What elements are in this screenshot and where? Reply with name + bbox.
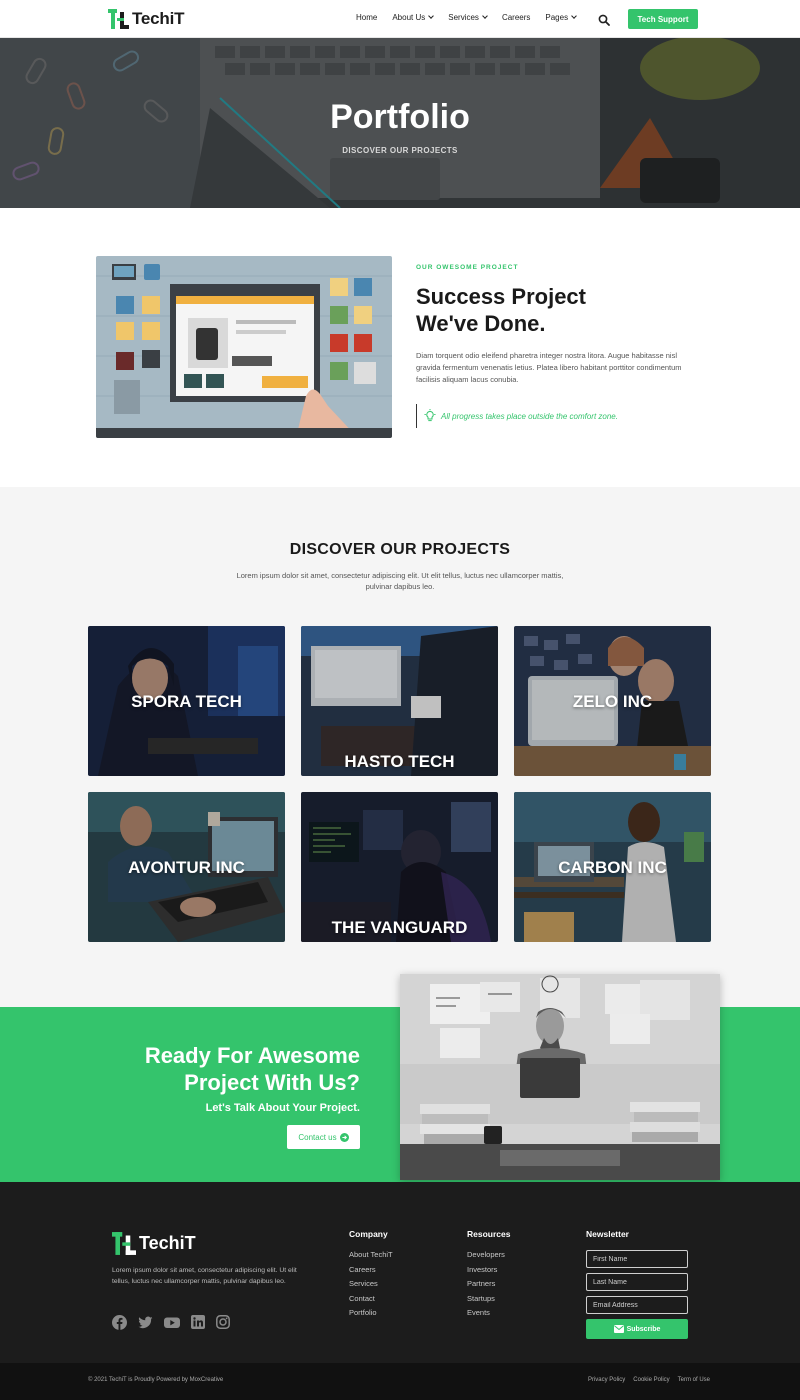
cookie-policy-link[interactable]: Cookie Policy (633, 1377, 669, 1383)
chevron-down-icon (571, 13, 577, 19)
first-name-field[interactable] (586, 1250, 688, 1268)
nav-label: Careers (501, 13, 531, 22)
site-logo[interactable]: TechiT (108, 9, 185, 29)
project-card-avontur-inc[interactable]: AVONTUR INC (88, 792, 285, 942)
footer-link-portfolio[interactable]: Portfolio (349, 1308, 393, 1323)
footer-link-startups[interactable]: Startups (467, 1294, 510, 1309)
project-showcase-image (96, 256, 392, 438)
footer-link-contact[interactable]: Contact (349, 1294, 393, 1309)
nav-label: Home (356, 13, 378, 22)
cta-heading-line2: Project With Us? (184, 1070, 360, 1095)
cta-subtitle: Let's Talk About Your Project. (205, 1102, 360, 1114)
section-eyebrow: OUR OWESOME PROJECT (416, 264, 519, 271)
copyright-text: © 2021 TechiT is Proudly Powered by MoxC… (88, 1377, 224, 1383)
nav-item-home[interactable]: Home (356, 13, 377, 22)
project-card-title: SPORA TECH (131, 692, 242, 711)
quote-text: All progress takes place outside the com… (441, 411, 618, 421)
last-name-field[interactable] (586, 1273, 688, 1291)
nav-item-services[interactable]: Services (448, 13, 488, 22)
terms-of-use-link[interactable]: Term of Use (678, 1377, 710, 1383)
cta-heading-line1: Ready For Awesome (144, 1043, 360, 1068)
linkedin-icon[interactable] (191, 1315, 205, 1335)
tech-support-button[interactable]: Tech Support (628, 9, 698, 29)
footer-link-careers[interactable]: Careers (349, 1265, 393, 1280)
intro-heading-line2: We've Done. (416, 311, 546, 336)
intro-body-text: Diam torquent odio eleifend pharetra int… (416, 351, 682, 384)
page-hero: Portfolio DISCOVER OUR PROJECTS (0, 38, 800, 208)
footer-link-events[interactable]: Events (467, 1308, 510, 1323)
logo-mark-icon (112, 1232, 136, 1255)
legal-links: Privacy Policy Cookie Policy Term of Use (580, 1377, 710, 1383)
nav-item-pages[interactable]: Pages (545, 13, 577, 22)
footer-logo[interactable]: TechiT (112, 1232, 196, 1255)
footer-link-partners[interactable]: Partners (467, 1279, 510, 1294)
nav-item-careers[interactable]: Careers (502, 13, 530, 22)
project-card-title: ZELO INC (572, 692, 653, 711)
project-card-zelo-inc[interactable]: ZELO INC (514, 626, 711, 776)
project-card-hasto-tech[interactable]: HASTO TECH (301, 626, 498, 776)
cta-heading: Ready For Awesome Project With Us? (145, 1042, 360, 1096)
footer-link-services[interactable]: Services (349, 1279, 393, 1294)
lightbulb-icon (424, 409, 436, 422)
footer-newsletter-column: Newsletter Subscribe (586, 1229, 688, 1339)
footer-link-investors[interactable]: Investors (467, 1265, 510, 1280)
chevron-down-icon (482, 13, 488, 19)
nav-label: Pages (545, 13, 569, 22)
arrow-right-circle-icon (339, 1132, 349, 1142)
project-card-carbon-inc[interactable]: CARBON INC (514, 792, 711, 942)
projects-heading: DISCOVER OUR PROJECTS (289, 541, 511, 558)
project-card-the-vanguard[interactable]: THE VANGUARD (301, 792, 498, 942)
project-card-title: CARBON INC (558, 858, 667, 877)
contact-us-button[interactable]: Contact us (287, 1125, 360, 1149)
projects-description: Lorem ipsum dolor sit amet, consectetur … (236, 571, 564, 591)
instagram-icon[interactable] (216, 1315, 230, 1335)
project-card-title: AVONTUR INC (128, 858, 245, 877)
search-icon[interactable] (598, 13, 610, 26)
nav-label: Services (448, 13, 479, 22)
footer-resources-column: Resources Developers Investors Partners … (467, 1229, 510, 1323)
twitter-icon[interactable] (138, 1315, 153, 1335)
logo-mark-icon (108, 9, 129, 29)
footer-heading: Resources (467, 1229, 511, 1239)
main-nav: Home About Us Services Careers Pages (356, 13, 591, 22)
site-header: TechiT Home About Us Services Careers Pa… (0, 0, 800, 38)
site-footer: TechiT Lorem ipsum dolor sit amet, conse… (0, 1182, 800, 1363)
nav-label: About Us (392, 13, 426, 22)
logo-text: TechiT (132, 9, 185, 28)
project-card-title: THE VANGUARD (331, 918, 468, 937)
subscribe-button[interactable]: Subscribe (586, 1319, 688, 1339)
footer-link-developers[interactable]: Developers (467, 1250, 510, 1265)
intro-heading-line1: Success Project (416, 284, 586, 309)
projects-section: DISCOVER OUR PROJECTS Lorem ipsum dolor … (0, 487, 800, 1007)
envelope-icon (613, 1325, 624, 1333)
project-card-spora-tech[interactable]: SPORA TECH (88, 626, 285, 776)
chevron-down-icon (428, 13, 435, 19)
intro-quote: All progress takes place outside the com… (416, 404, 618, 428)
intro-heading: Success Project We've Done. (416, 283, 676, 337)
footer-description: Lorem ipsum dolor sit amet, consectetur … (112, 1267, 297, 1285)
footer-company-column: Company About TechiT Careers Services Co… (349, 1229, 393, 1323)
footer-heading: Newsletter (586, 1229, 629, 1239)
footer-logo-text: TechiT (139, 1233, 196, 1253)
subscribe-label: Subscribe (626, 1325, 661, 1333)
contact-us-label: Contact us (298, 1132, 337, 1142)
footer-link-about[interactable]: About TechiT (349, 1250, 393, 1265)
bottom-bar: © 2021 TechiT is Proudly Powered by MoxC… (0, 1363, 800, 1400)
youtube-icon[interactable] (164, 1315, 180, 1335)
privacy-policy-link[interactable]: Privacy Policy (588, 1377, 625, 1383)
page-subtitle: DISCOVER OUR PROJECTS (342, 146, 458, 155)
cta-image (400, 974, 720, 1180)
email-field[interactable] (586, 1296, 688, 1314)
social-links (112, 1315, 241, 1335)
facebook-icon[interactable] (112, 1315, 127, 1335)
page-title: Portfolio (330, 98, 470, 136)
nav-item-about-us[interactable]: About Us (392, 13, 435, 22)
project-card-title: HASTO TECH (344, 752, 455, 771)
footer-heading: Company (349, 1229, 388, 1239)
